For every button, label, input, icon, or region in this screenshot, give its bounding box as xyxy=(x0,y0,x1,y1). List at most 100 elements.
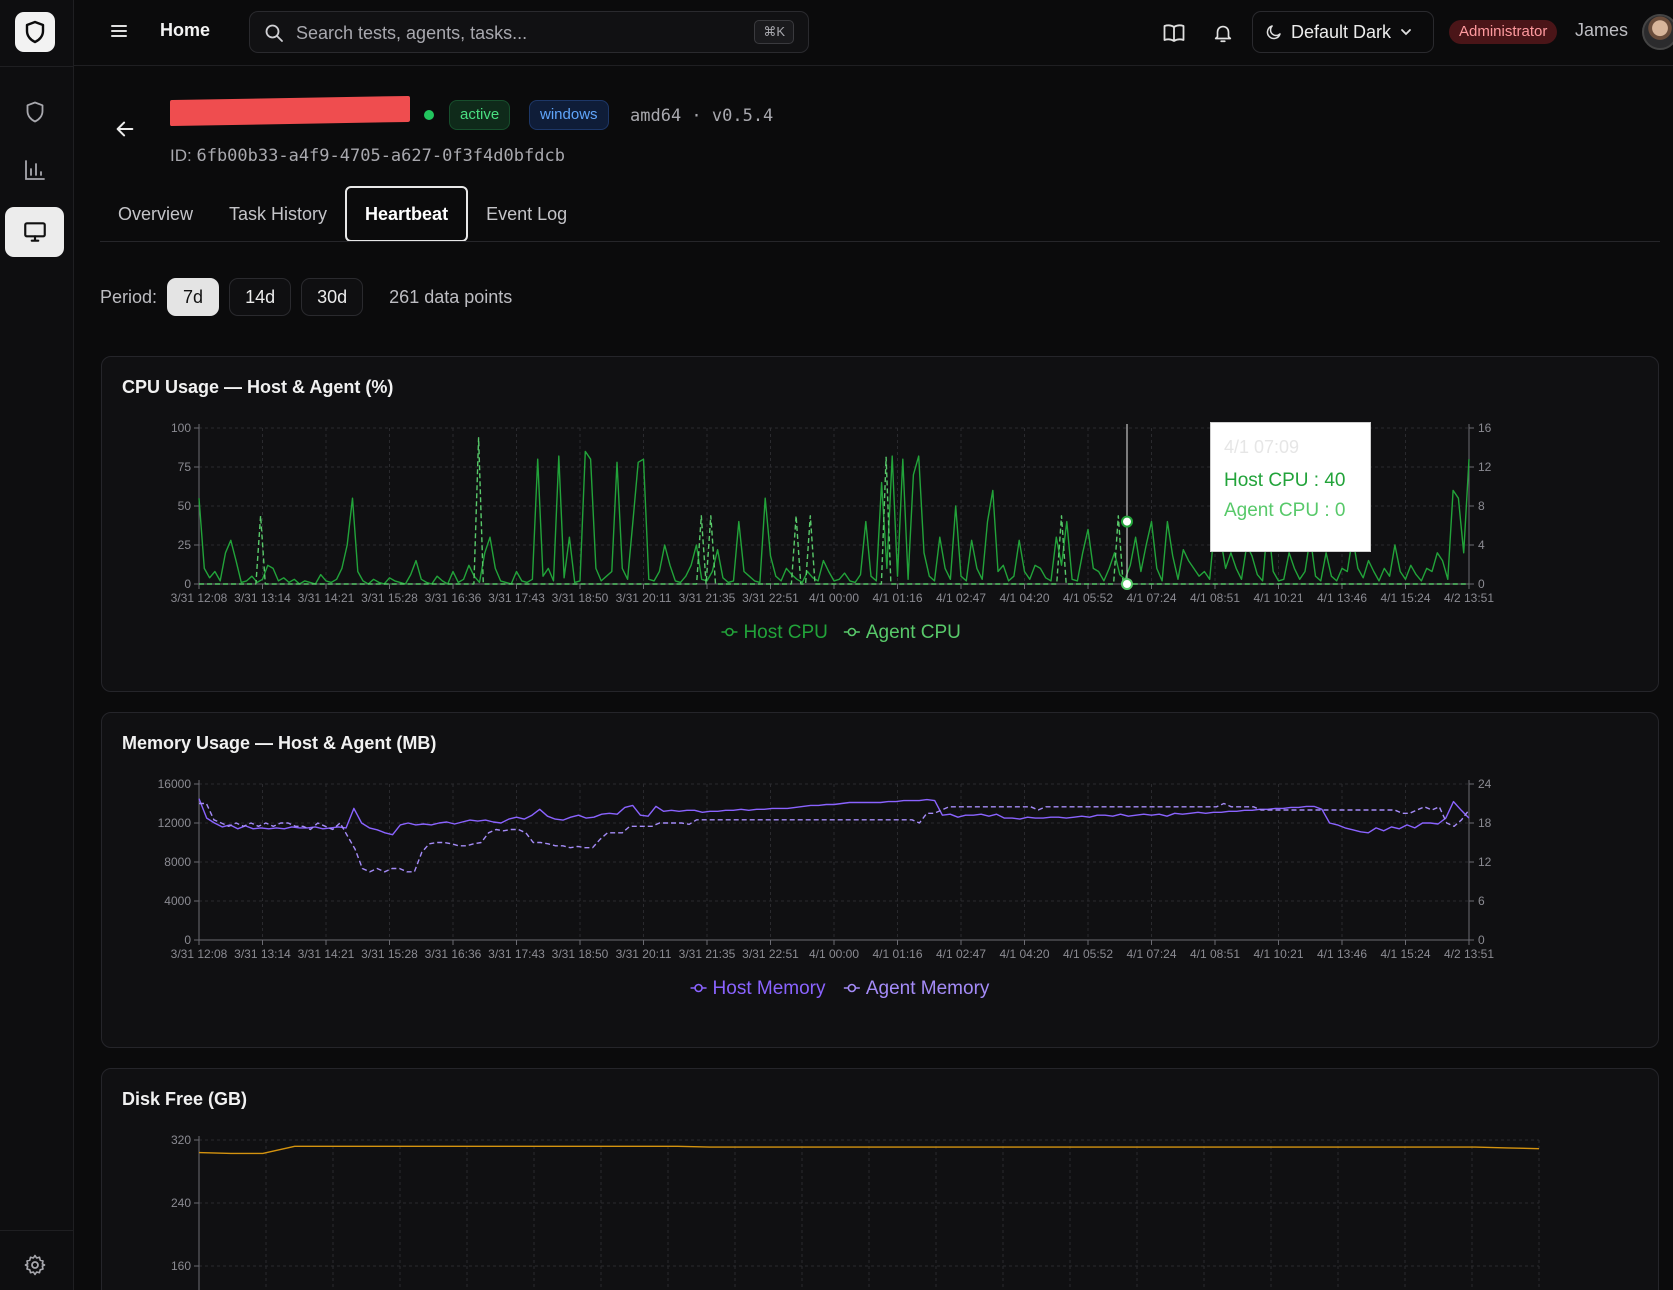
x-tick-label: 3/31 16:36 xyxy=(425,591,482,605)
sidebar-item-analytics[interactable] xyxy=(5,145,64,195)
period-30d-button[interactable]: 30d xyxy=(301,278,364,316)
y-tick-label: 160 xyxy=(171,1259,191,1273)
x-tick-label: 3/31 22:51 xyxy=(742,947,799,961)
x-tick-label: 4/1 13:46 xyxy=(1317,591,1367,605)
y-tick-label: 4000 xyxy=(164,894,191,908)
disk-chart-card: 80160240320 Disk Free (GB) xyxy=(101,1068,1659,1290)
chart-title: CPU Usage — Host & Agent (%) xyxy=(122,377,394,397)
x-tick-label: 3/31 12:08 xyxy=(171,591,228,605)
sidebar-item-settings[interactable] xyxy=(5,1240,64,1290)
x-tick-label: 4/1 10:21 xyxy=(1253,947,1303,961)
x-tick-label: 3/31 14:21 xyxy=(298,591,355,605)
memory-chart-card: 0 4000 8000 12000 16000 0 6 12 18 24 3/31 12:08 3/3… xyxy=(101,712,1659,1048)
tab-overview[interactable]: Overview xyxy=(100,186,211,242)
docs-button[interactable] xyxy=(1161,20,1187,46)
tab-heartbeat[interactable]: Heartbeat xyxy=(345,186,469,242)
x-tick-label: 3/31 22:51 xyxy=(742,591,799,605)
legend-item: Host CPU xyxy=(743,622,827,643)
user-name[interactable]: James xyxy=(1575,20,1628,41)
tooltip-time: 4/1 07:09 xyxy=(1224,437,1300,457)
y2-tick-label: 0 xyxy=(1478,933,1485,947)
x-tick-label: 3/31 17:43 xyxy=(488,591,545,605)
y-tick-label: 0 xyxy=(184,933,191,947)
period-14d-button[interactable]: 14d xyxy=(229,278,292,316)
period-label: Period: xyxy=(100,286,158,307)
legend-item: Agent CPU xyxy=(866,622,961,643)
shield-icon xyxy=(26,101,43,123)
x-tick-label: 4/1 10:21 xyxy=(1253,591,1303,605)
notifications-button[interactable] xyxy=(1210,20,1236,46)
y2-tick-label: 12 xyxy=(1478,460,1492,474)
tab-task-history[interactable]: Task History xyxy=(211,186,345,242)
y-tick-label: 50 xyxy=(178,499,192,513)
legend-swatch xyxy=(725,627,734,637)
search-shortcut: ⌘K xyxy=(754,20,794,44)
x-tick-label: 3/31 16:36 xyxy=(425,947,482,961)
search-input[interactable]: Search tests, agents, tasks... ⌘K xyxy=(249,11,809,53)
menu-button[interactable] xyxy=(106,18,132,44)
legend-swatch xyxy=(847,983,857,993)
tab-event-log[interactable]: Event Log xyxy=(468,186,585,242)
x-tick-label: 3/31 17:43 xyxy=(488,947,545,961)
memory-chart[interactable]: 0 4000 8000 12000 16000 0 6 12 18 24 3/31 12:08 3/3… xyxy=(102,713,1659,1048)
x-tick-label: 3/31 21:35 xyxy=(679,591,736,605)
redaction-bar xyxy=(170,95,410,127)
period-7d-button[interactable]: 7d xyxy=(167,278,220,316)
theme-label: Default Dark xyxy=(1291,21,1392,42)
cpu-chart[interactable]: 0 25 50 75 100 0 4 8 12 16 3/31 12:08 3/31 13:14 3/3… xyxy=(102,357,1659,692)
sidebar-item-security[interactable] xyxy=(5,87,64,137)
x-tick-label: 4/1 02:47 xyxy=(936,947,986,961)
y2-tick-label: 4 xyxy=(1478,538,1485,552)
y-tick-label: 240 xyxy=(171,1196,191,1210)
os-badge: windows xyxy=(529,100,609,130)
y-tick-label: 75 xyxy=(178,460,192,474)
x-tick-label: 4/1 08:51 xyxy=(1190,947,1240,961)
back-button[interactable] xyxy=(112,116,138,142)
search-placeholder: Search tests, agents, tasks... xyxy=(296,23,528,43)
active-point xyxy=(1121,515,1133,528)
moon-icon xyxy=(1266,25,1281,40)
avatar[interactable] xyxy=(1642,14,1673,50)
series-line xyxy=(199,802,1470,873)
arch-version: amd64 · v0.5.4 xyxy=(630,106,774,126)
agent-id-value: 6fb00b33-a4f9-4705-a627-0f3f4d0bfdcb xyxy=(196,146,565,166)
x-tick-label: 3/31 21:35 xyxy=(679,947,736,961)
chart-title: Memory Usage — Host & Agent (MB) xyxy=(122,733,437,753)
shield-icon xyxy=(25,20,45,44)
x-tick-label: 4/1 00:00 xyxy=(809,947,859,961)
x-tick-label: 4/1 01:16 xyxy=(872,947,922,961)
legend-item: Host Memory xyxy=(713,978,826,999)
y2-tick-label: 12 xyxy=(1478,855,1492,869)
x-tick-label: 4/1 07:24 xyxy=(1126,947,1176,961)
sidebar-divider xyxy=(0,1230,74,1231)
y-tick-label: 12000 xyxy=(158,816,192,830)
x-tick-label: 4/1 05:52 xyxy=(1063,591,1113,605)
y-tick-label: 16000 xyxy=(158,777,192,791)
y2-tick-label: 0 xyxy=(1478,577,1485,591)
x-tick-label: 3/31 13:14 xyxy=(234,591,291,605)
tooltip-agent-cpu: Agent CPU : 0 xyxy=(1224,500,1346,521)
x-tick-label: 4/1 04:20 xyxy=(999,591,1049,605)
breadcrumb-home[interactable]: Home xyxy=(160,20,210,41)
app-logo[interactable] xyxy=(15,12,55,52)
x-tick-label: 3/31 18:50 xyxy=(552,591,609,605)
gear-icon xyxy=(24,1254,45,1276)
x-tick-label: 3/31 20:11 xyxy=(616,591,672,605)
legend-item: Agent Memory xyxy=(866,978,990,999)
x-tick-label: 3/31 14:21 xyxy=(298,947,355,961)
disk-chart[interactable]: 80160240320 xyxy=(102,1069,1659,1290)
x-tick-label: 4/1 08:51 xyxy=(1190,591,1240,605)
x-tick-label: 4/1 15:24 xyxy=(1380,947,1430,961)
theme-select[interactable]: Default Dark xyxy=(1252,11,1434,53)
tab-divider xyxy=(100,241,1660,242)
x-tick-label: 4/1 04:20 xyxy=(999,947,1049,961)
sidebar-item-agents[interactable] xyxy=(5,207,64,257)
arrow-left-icon xyxy=(116,121,134,137)
chart-tooltip: 4/1 07:09 Host CPU : 40 Agent CPU : 0 xyxy=(1210,422,1371,552)
x-tick-label: 3/31 18:50 xyxy=(552,947,609,961)
main-content: active windows amd64 · v0.5.4 ID: 6fb00b… xyxy=(74,66,1673,1290)
legend-swatch xyxy=(694,983,703,993)
x-tick-label: 3/31 15:28 xyxy=(361,591,418,605)
y2-tick-label: 24 xyxy=(1478,777,1492,791)
sidebar xyxy=(0,0,74,1290)
